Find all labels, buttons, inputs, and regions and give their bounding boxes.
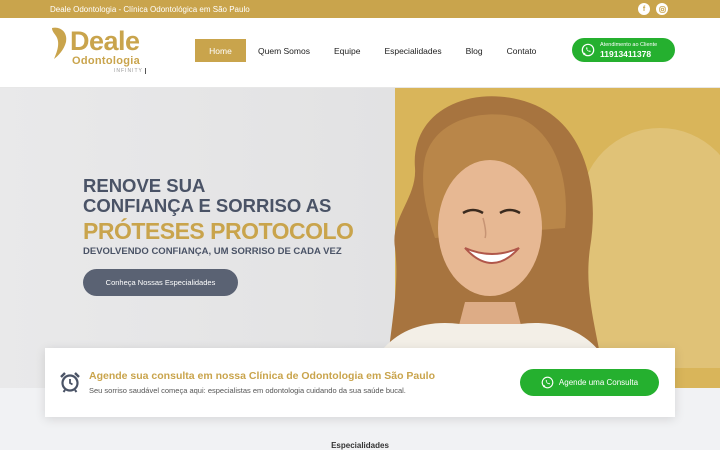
nav-item-blog[interactable]: Blog xyxy=(454,39,495,62)
hero-heading-line-1: RENOVE SUA xyxy=(83,175,206,196)
hero-banner: RENOVE SUA CONFIANÇA E SORRISO AS PRÓTES… xyxy=(0,88,720,388)
header-whatsapp-button[interactable]: Atendimento ao Cliente 11913411378 xyxy=(572,38,675,62)
header-whatsapp-phone: 11913411378 xyxy=(600,48,652,59)
nav-item-especialidades[interactable]: Especialidades xyxy=(372,39,453,62)
appointment-title: Agende sua consulta em nossa Clínica de … xyxy=(89,370,435,382)
hero-subtitle: DEVOLVENDO CONFIANÇA, UM SORRISO DE CADA… xyxy=(83,246,342,257)
nav-item-quem-somos[interactable]: Quem Somos xyxy=(246,39,322,62)
social-links: f xyxy=(638,3,668,15)
instagram-icon[interactable] xyxy=(656,3,668,15)
whatsapp-icon xyxy=(581,43,595,57)
logo[interactable]: Deale Odontologia INFINITY xyxy=(50,24,155,80)
schedule-appointment-button[interactable]: Agende uma Consulta xyxy=(520,369,659,396)
top-bar: Deale Odontologia - Clínica Odontológica… xyxy=(0,0,720,18)
logo-name: Deale xyxy=(70,26,140,56)
appointment-subtitle: Seu sorriso saudável começa aqui: especi… xyxy=(89,386,406,395)
section-label-especialidades: Especialidades xyxy=(331,441,389,450)
nav-item-contato[interactable]: Contato xyxy=(495,39,549,62)
tooth-logo-icon xyxy=(52,27,67,59)
main-nav: Home Quem Somos Equipe Especialidades Bl… xyxy=(195,39,548,62)
logo-tag: INFINITY xyxy=(114,68,146,74)
appointment-card: Agende sua consulta em nossa Clínica de … xyxy=(45,348,675,417)
alarm-clock-icon xyxy=(60,372,80,393)
hero-heading-highlight: PRÓTESES PROTOCOLO xyxy=(83,218,354,244)
nav-item-home[interactable]: Home xyxy=(195,39,246,62)
facebook-icon[interactable]: f xyxy=(638,3,650,15)
hero-heading-line-2: CONFIANÇA E SORRISO AS xyxy=(83,195,332,216)
smiling-woman-photo xyxy=(365,96,617,388)
nav-item-equipe[interactable]: Equipe xyxy=(322,39,372,62)
specialties-cta-button[interactable]: Conheça Nossas Especialidades xyxy=(83,269,238,296)
schedule-appointment-label: Agende uma Consulta xyxy=(558,378,639,387)
header-whatsapp-label: Atendimento ao Cliente xyxy=(600,41,658,48)
top-bar-text: Deale Odontologia - Clínica Odontológica… xyxy=(50,4,250,14)
whatsapp-icon xyxy=(541,376,554,389)
site-header: Deale Odontologia INFINITY Home Quem Som… xyxy=(0,18,720,88)
logo-sub: Odontologia xyxy=(72,55,141,67)
